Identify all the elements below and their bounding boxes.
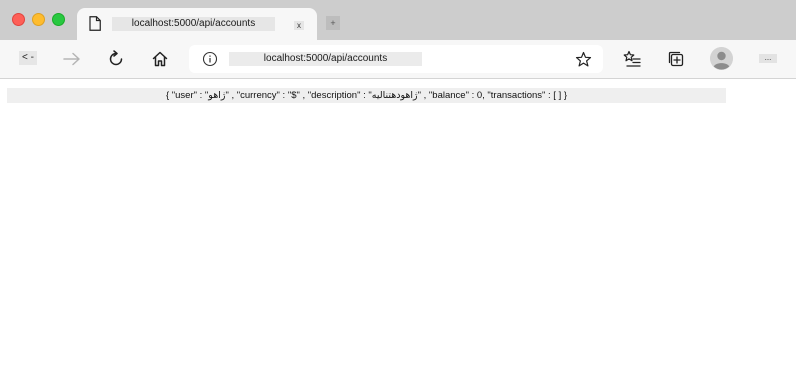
favorites-button[interactable] [621,48,643,70]
profile-button[interactable] [710,47,733,70]
navigation-toolbar: < - localhost:5000/api/accounts ... [0,40,796,79]
tab-title: localhost:5000/api/accounts [112,17,275,31]
tab-strip: localhost:5000/api/accounts x + [0,0,796,40]
star-icon[interactable] [575,51,592,68]
refresh-button[interactable] [105,48,127,70]
browser-window: localhost:5000/api/accounts x + < - loca… [0,0,796,375]
info-icon[interactable] [202,51,218,67]
zoom-window-button[interactable] [52,13,65,26]
settings-menu-button[interactable]: ... [759,54,777,63]
new-tab-button[interactable]: + [326,16,340,30]
home-button[interactable] [149,48,171,70]
close-window-button[interactable] [12,13,25,26]
collections-button[interactable] [665,48,687,70]
page-content: { "user" : "ژاهو" , "currency" : "$" , "… [0,79,796,375]
url-text[interactable]: localhost:5000/api/accounts [229,52,422,66]
home-icon [152,51,168,67]
refresh-icon [109,50,123,66]
active-tab[interactable]: localhost:5000/api/accounts x [77,8,317,40]
minimize-window-button[interactable] [32,13,45,26]
favorites-list-icon [623,50,641,67]
profile-avatar-icon [710,47,733,70]
page-icon [89,16,101,31]
json-response-text: { "user" : "ژاهو" , "currency" : "$" , "… [7,88,726,103]
forward-button[interactable] [61,48,83,70]
tab-close-button[interactable]: x [294,21,304,30]
back-button[interactable]: < - [19,51,37,65]
address-bar[interactable]: localhost:5000/api/accounts [189,45,603,73]
forward-arrow-icon [63,52,80,66]
collections-icon [668,51,684,67]
